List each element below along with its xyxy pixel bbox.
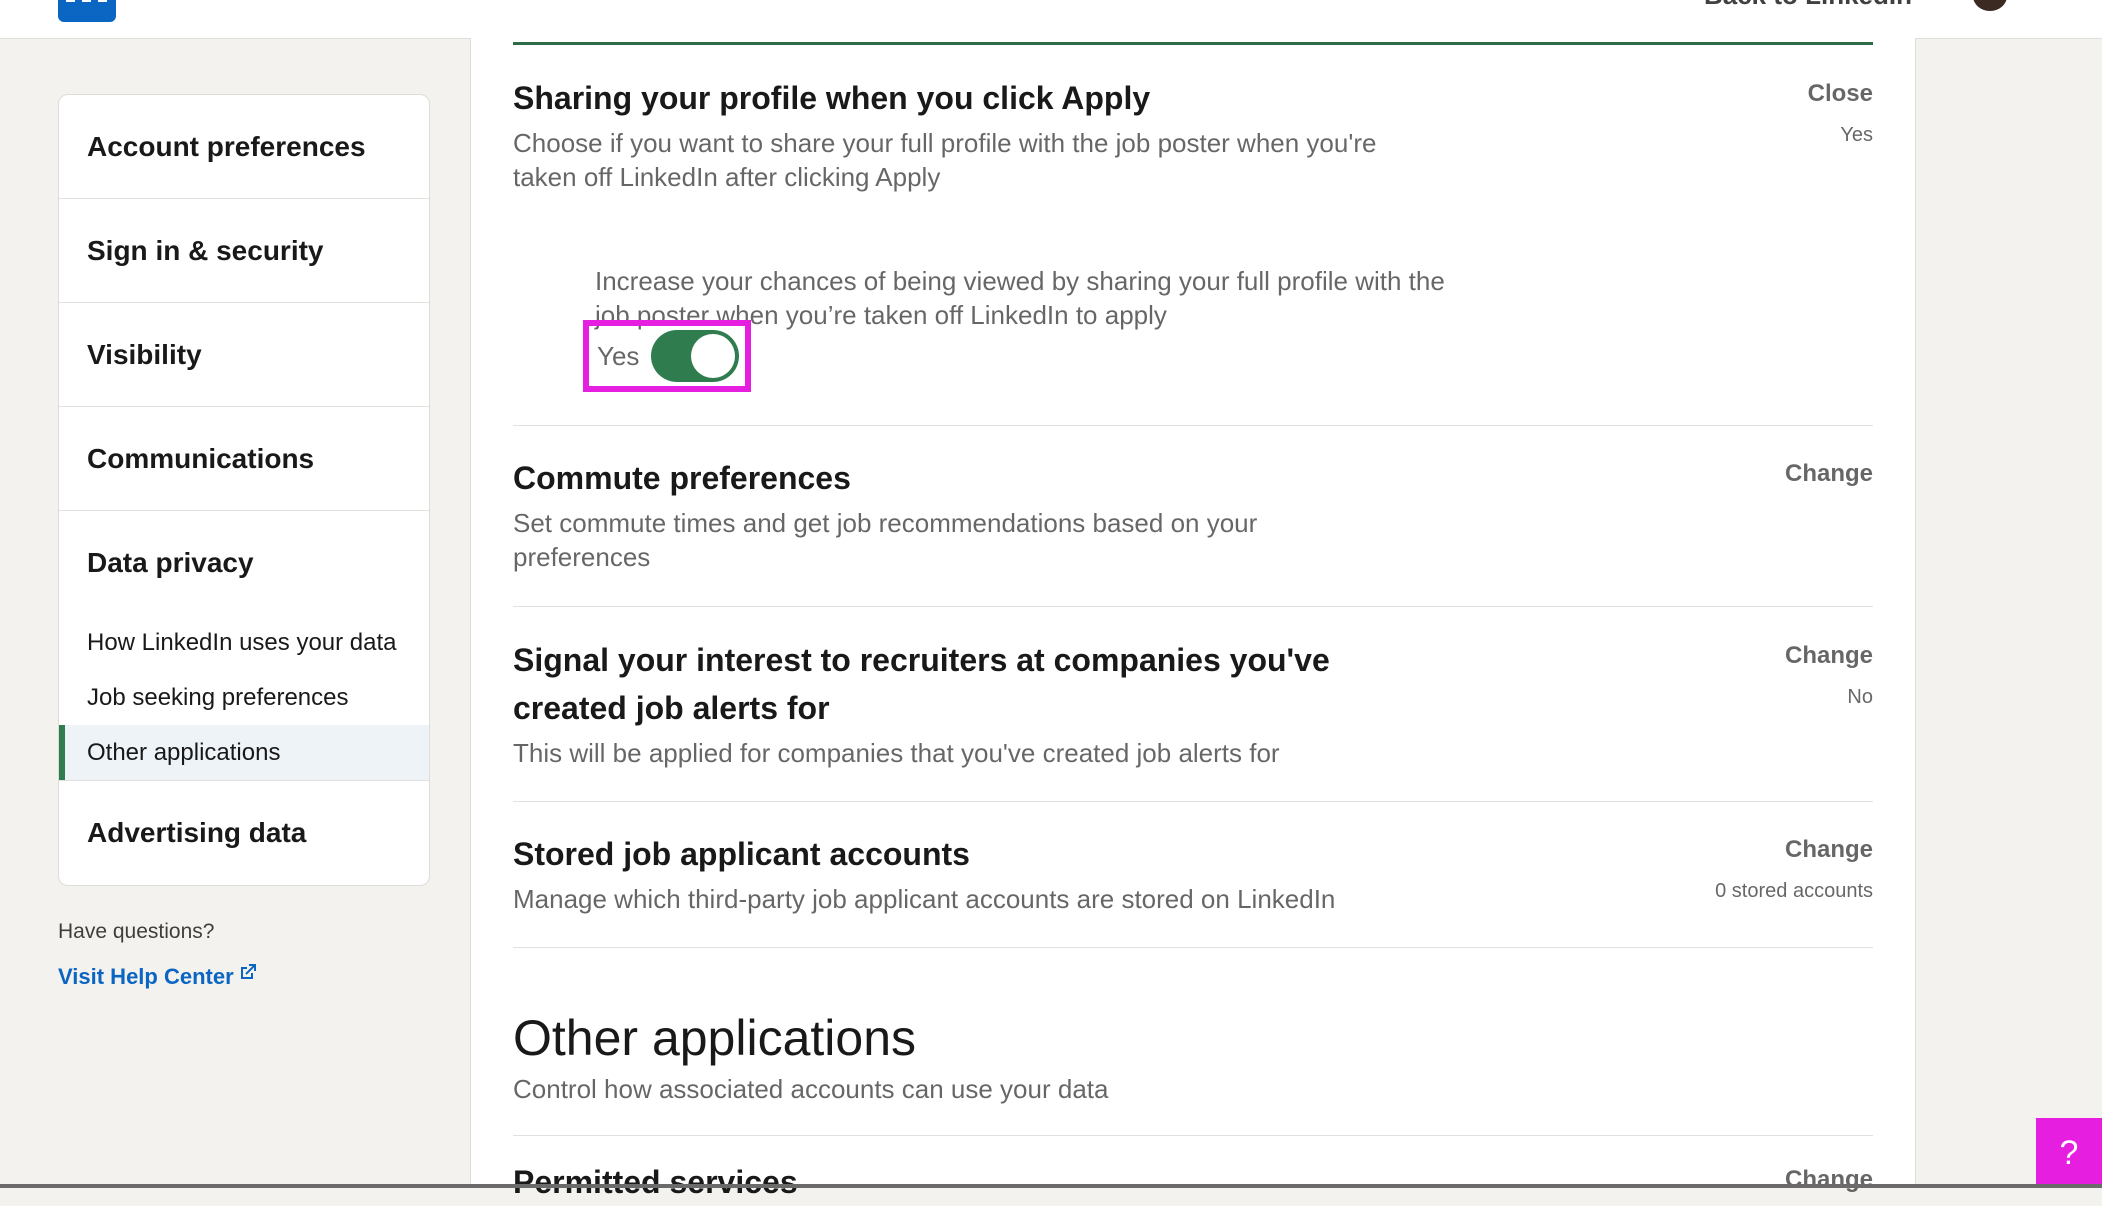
permitted-services-title: Permitted services	[513, 1164, 798, 1200]
other-applications-heading: Other applications	[513, 1010, 917, 1066]
sidebar-item-advertising-data[interactable]: Advertising data	[59, 781, 429, 885]
commute-change-button[interactable]: Change	[1785, 460, 1873, 488]
sharing-profile-section: Sharing your profile when you click Appl…	[513, 74, 1873, 330]
signal-interest-section: Signal your interest to recruiters at co…	[513, 636, 1873, 770]
section-accent-line	[513, 42, 1873, 45]
help-questions-text: Have questions?	[58, 920, 215, 943]
close-button[interactable]: Close	[1808, 80, 1873, 108]
settings-sidebar: Account preferences Sign in & security V…	[58, 94, 430, 886]
settings-main-panel: Sharing your profile when you click Appl…	[470, 38, 1916, 1200]
signal-status: No	[1847, 686, 1873, 708]
other-applications-header: Other applications Control how associate…	[513, 1008, 1873, 1106]
divider	[513, 801, 1873, 802]
sharing-profile-status: Yes	[1840, 124, 1873, 146]
sharing-profile-detail-line1: Increase your chances of being viewed by…	[595, 266, 1445, 296]
back-to-linkedin-link[interactable]: Back to LinkedIn	[1704, 0, 1912, 11]
stored-accounts-status: 0 stored accounts	[1715, 880, 1873, 902]
help-button[interactable]: ?	[2036, 1118, 2102, 1188]
signal-title-line1: Signal your interest to recruiters at co…	[513, 642, 1330, 678]
commute-desc-line2: preferences	[513, 542, 651, 572]
signal-change-button[interactable]: Change	[1785, 642, 1873, 670]
signal-title-line2: created job alerts for	[513, 690, 830, 726]
external-link-icon	[240, 964, 256, 979]
sidebar-group-data-privacy: Data privacy How LinkedIn uses your data…	[59, 511, 429, 781]
share-profile-toggle-highlight: Yes	[583, 320, 751, 392]
sidebar-item-account-preferences[interactable]: Account preferences	[59, 95, 429, 199]
divider	[513, 1135, 1873, 1136]
stored-accounts-title: Stored job applicant accounts	[513, 836, 970, 872]
help-center-label: Visit Help Center	[58, 964, 234, 989]
permitted-services-section: Permitted services Change	[513, 1158, 1873, 1206]
divider	[513, 947, 1873, 948]
commute-title: Commute preferences	[513, 460, 851, 496]
sharing-profile-desc-line1: Choose if you want to share your full pr…	[513, 128, 1377, 158]
window-bottom-edge	[0, 1184, 2102, 1188]
signal-desc: This will be applied for companies that …	[513, 738, 1280, 768]
sharing-profile-desc-line2: taken off LinkedIn after clicking Apply	[513, 162, 941, 192]
sidebar-subitem-other-applications[interactable]: Other applications	[59, 725, 429, 780]
sidebar-item-visibility[interactable]: Visibility	[59, 303, 429, 407]
sidebar-item-data-privacy[interactable]: Data privacy	[59, 511, 429, 615]
toggle-label: Yes	[597, 340, 640, 371]
sidebar-item-sign-in-security[interactable]: Sign in & security	[59, 199, 429, 303]
permitted-services-change-button[interactable]: Change	[1785, 1166, 1873, 1194]
sidebar-subitem-job-seeking-preferences[interactable]: Job seeking preferences	[59, 670, 429, 725]
toggle-knob	[691, 334, 736, 378]
commute-desc-line1: Set commute times and get job recommenda…	[513, 508, 1258, 538]
stored-accounts-change-button[interactable]: Change	[1785, 836, 1873, 864]
sidebar-item-communications[interactable]: Communications	[59, 407, 429, 511]
divider	[513, 606, 1873, 607]
top-navigation-bar: in Back to LinkedIn	[0, 0, 2102, 39]
visit-help-center-link[interactable]: Visit Help Center	[58, 964, 258, 990]
other-applications-desc: Control how associated accounts can use …	[513, 1074, 1109, 1104]
share-profile-toggle[interactable]	[651, 330, 740, 382]
stored-accounts-desc: Manage which third-party job applicant a…	[513, 884, 1336, 914]
linkedin-logo[interactable]: in	[58, 0, 116, 22]
commute-preferences-section: Commute preferences Set commute times an…	[513, 454, 1873, 574]
avatar[interactable]	[1970, 0, 2010, 14]
sharing-profile-title: Sharing your profile when you click Appl…	[513, 80, 1151, 116]
sidebar-subitem-how-linkedin-uses-data[interactable]: How LinkedIn uses your data	[59, 615, 429, 670]
divider	[513, 425, 1873, 426]
stored-accounts-section: Stored job applicant accounts Manage whi…	[513, 830, 1873, 916]
